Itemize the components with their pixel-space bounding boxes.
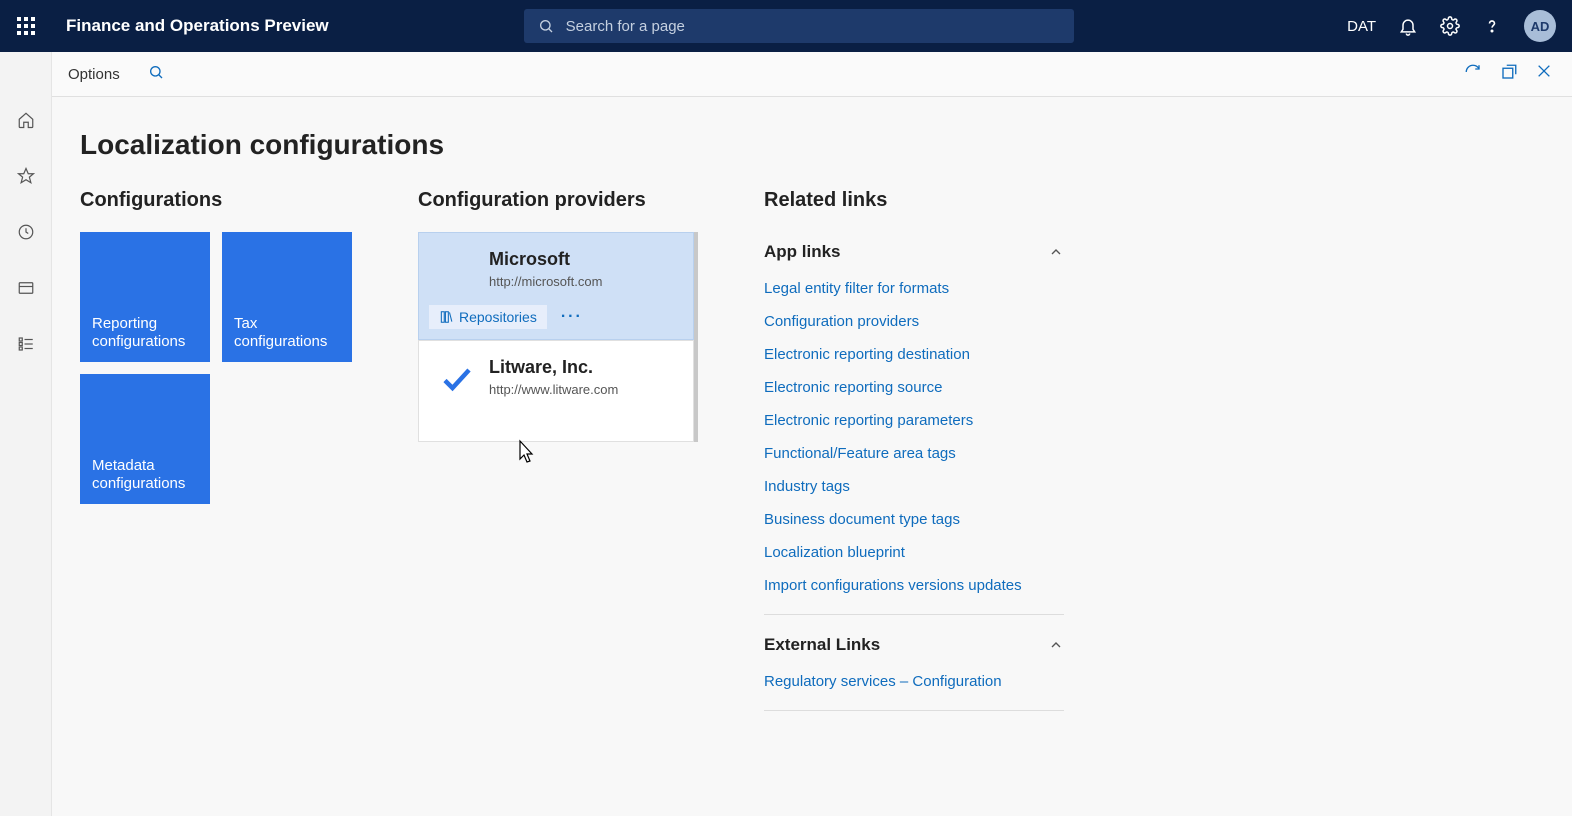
toolbar: Options: [52, 52, 1572, 97]
page-title: Localization configurations: [80, 129, 1544, 161]
settings-icon[interactable]: [1440, 16, 1460, 36]
provider-url: http://microsoft.com: [489, 274, 673, 289]
top-header: Finance and Operations Preview Search fo…: [0, 0, 1572, 52]
help-icon[interactable]: [1482, 16, 1502, 36]
home-icon[interactable]: [10, 104, 42, 136]
providers-section: Configuration providers Microsoft http:/…: [418, 189, 708, 721]
provider-card-microsoft[interactable]: Microsoft http://microsoft.com Repositor…: [418, 232, 694, 340]
options-button[interactable]: Options: [68, 66, 120, 83]
configurations-section: Configurations Reporting configurations …: [80, 189, 362, 721]
external-links-header[interactable]: External Links: [764, 625, 1064, 665]
link-er-destination[interactable]: Electronic reporting destination: [764, 338, 1064, 371]
refresh-icon[interactable]: [1464, 63, 1482, 86]
provider-card-litware[interactable]: Litware, Inc. http://www.litware.com: [418, 340, 694, 442]
active-check-icon: [439, 361, 475, 397]
app-links-header[interactable]: App links: [764, 232, 1064, 272]
tile-tax-configurations[interactable]: Tax configurations: [222, 232, 352, 362]
more-actions-button[interactable]: ···: [555, 306, 589, 328]
provider-url: http://www.litware.com: [489, 382, 673, 397]
external-links-group: External Links Regulatory services – Con…: [764, 625, 1064, 711]
left-rail: [0, 52, 52, 816]
search-icon: [538, 18, 554, 34]
related-links-heading: Related links: [764, 189, 1064, 212]
user-avatar[interactable]: AD: [1524, 10, 1556, 42]
providers-heading: Configuration providers: [418, 189, 708, 212]
notifications-icon[interactable]: [1398, 16, 1418, 36]
search-placeholder: Search for a page: [566, 18, 685, 35]
configurations-heading: Configurations: [80, 189, 362, 212]
close-icon[interactable]: [1536, 63, 1552, 86]
chevron-up-icon: [1048, 244, 1064, 260]
repositories-button[interactable]: Repositories: [429, 305, 547, 329]
link-import-configurations[interactable]: Import configurations versions updates: [764, 569, 1064, 602]
link-configuration-providers[interactable]: Configuration providers: [764, 305, 1064, 338]
app-links-group: App links Legal entity filter for format…: [764, 232, 1064, 615]
search-input[interactable]: Search for a page: [524, 9, 1074, 43]
favorites-icon[interactable]: [10, 160, 42, 192]
modules-icon[interactable]: [10, 328, 42, 360]
link-feature-tags[interactable]: Functional/Feature area tags: [764, 437, 1064, 470]
related-links-section: Related links App links Legal entity fil…: [764, 189, 1064, 721]
link-document-type-tags[interactable]: Business document type tags: [764, 503, 1064, 536]
link-localization-blueprint[interactable]: Localization blueprint: [764, 536, 1064, 569]
workspaces-icon[interactable]: [10, 272, 42, 304]
link-er-source[interactable]: Electronic reporting source: [764, 371, 1064, 404]
provider-name: Litware, Inc.: [489, 357, 673, 378]
repository-icon: [439, 310, 453, 324]
popout-icon[interactable]: [1500, 63, 1518, 86]
link-legal-entity-filter[interactable]: Legal entity filter for formats: [764, 272, 1064, 305]
tile-metadata-configurations[interactable]: Metadata configurations: [80, 374, 210, 504]
link-er-parameters[interactable]: Electronic reporting parameters: [764, 404, 1064, 437]
tile-reporting-configurations[interactable]: Reporting configurations: [80, 232, 210, 362]
chevron-up-icon: [1048, 637, 1064, 653]
main-content: Localization configurations Configuratio…: [52, 97, 1572, 816]
app-title: Finance and Operations Preview: [66, 16, 329, 36]
entity-code[interactable]: DAT: [1347, 18, 1376, 35]
recent-icon[interactable]: [10, 216, 42, 248]
toolbar-search-icon[interactable]: [148, 64, 164, 85]
link-regulatory-services[interactable]: Regulatory services – Configuration: [764, 665, 1064, 698]
link-industry-tags[interactable]: Industry tags: [764, 470, 1064, 503]
provider-name: Microsoft: [489, 249, 673, 270]
app-launcher-icon[interactable]: [0, 0, 52, 52]
